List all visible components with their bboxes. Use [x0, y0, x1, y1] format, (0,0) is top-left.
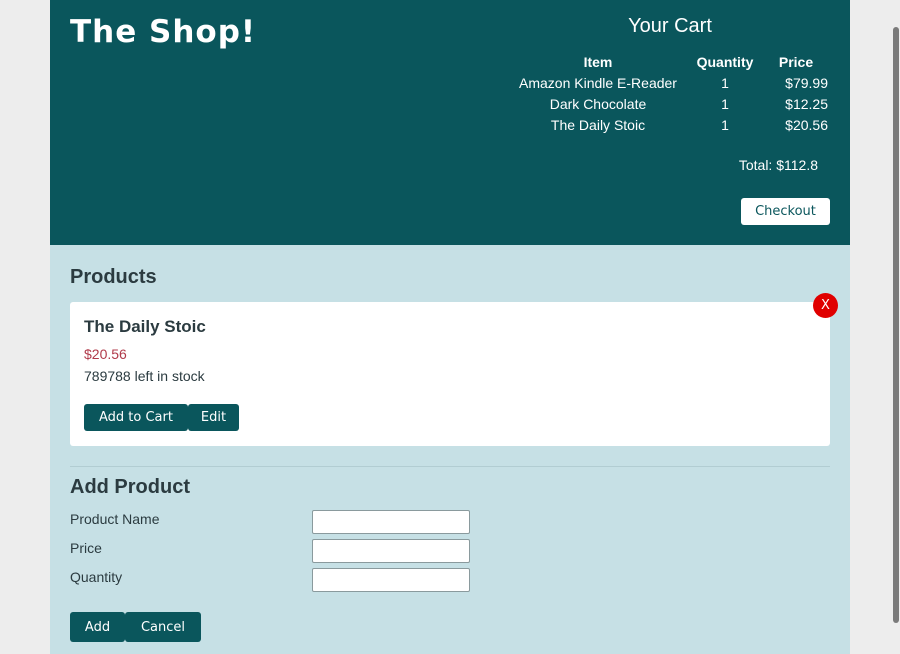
product-name: The Daily Stoic: [84, 317, 206, 336]
product-price: $20.56: [84, 346, 127, 362]
scrollbar[interactable]: [890, 0, 900, 654]
product-name-label: Product Name: [70, 511, 160, 527]
cart-item-name: The Daily Stoic: [550, 116, 646, 133]
cart-item-quantity: 1: [721, 74, 729, 91]
product-stock: 789788 left in stock: [84, 368, 205, 384]
price-label: Price: [70, 540, 102, 556]
cart-item-price: $79.99: [785, 74, 828, 91]
products-title: Products: [70, 266, 157, 288]
price-input[interactable]: [312, 539, 470, 563]
cart-title: Your Cart: [628, 15, 712, 37]
checkout-button[interactable]: Checkout: [741, 198, 830, 225]
cart-item-name: Amazon Kindle E-Reader: [519, 74, 677, 91]
cart-item-quantity: 1: [721, 95, 729, 112]
quantity-label: Quantity: [70, 569, 123, 585]
scrollbar-thumb[interactable]: [893, 27, 899, 623]
cart-column-price: Price: [778, 53, 814, 70]
cart-row: Amazon Kindle E-Reader 1 $79.99: [510, 72, 828, 93]
delete-product-button[interactable]: X: [813, 293, 838, 318]
product-card: The Daily Stoic $20.56 789788 left in st…: [70, 302, 830, 446]
cancel-button[interactable]: Cancel: [125, 612, 201, 642]
cart-row: Dark Chocolate 1 $12.25: [510, 93, 828, 114]
product-name-input[interactable]: [312, 510, 470, 534]
cart-item-price: $20.56: [785, 116, 828, 133]
site-header: The Shop! Your Cart Item Quantity Price …: [50, 0, 850, 245]
page-container: The Shop! Your Cart Item Quantity Price …: [50, 0, 850, 654]
cart-item-price: $12.25: [785, 95, 828, 112]
edit-button[interactable]: Edit: [188, 404, 239, 431]
add-to-cart-button[interactable]: Add to Cart: [84, 404, 188, 431]
cart-header-row: Item Quantity Price: [510, 51, 828, 72]
cart-column-quantity: Quantity: [696, 53, 754, 70]
cart-table: Item Quantity Price Amazon Kindle E-Read…: [510, 51, 828, 135]
add-product-title: Add Product: [70, 476, 190, 498]
shop-logo[interactable]: The Shop!: [70, 14, 256, 50]
cart-item-quantity: 1: [721, 116, 729, 133]
section-divider: [70, 466, 830, 467]
cart-row: The Daily Stoic 1 $20.56: [510, 114, 828, 135]
add-button[interactable]: Add: [70, 612, 125, 642]
cart-column-item: Item: [583, 53, 613, 70]
cart-total: Total: $112.8: [738, 157, 818, 173]
cart-item-name: Dark Chocolate: [549, 95, 647, 112]
quantity-input[interactable]: [312, 568, 470, 592]
